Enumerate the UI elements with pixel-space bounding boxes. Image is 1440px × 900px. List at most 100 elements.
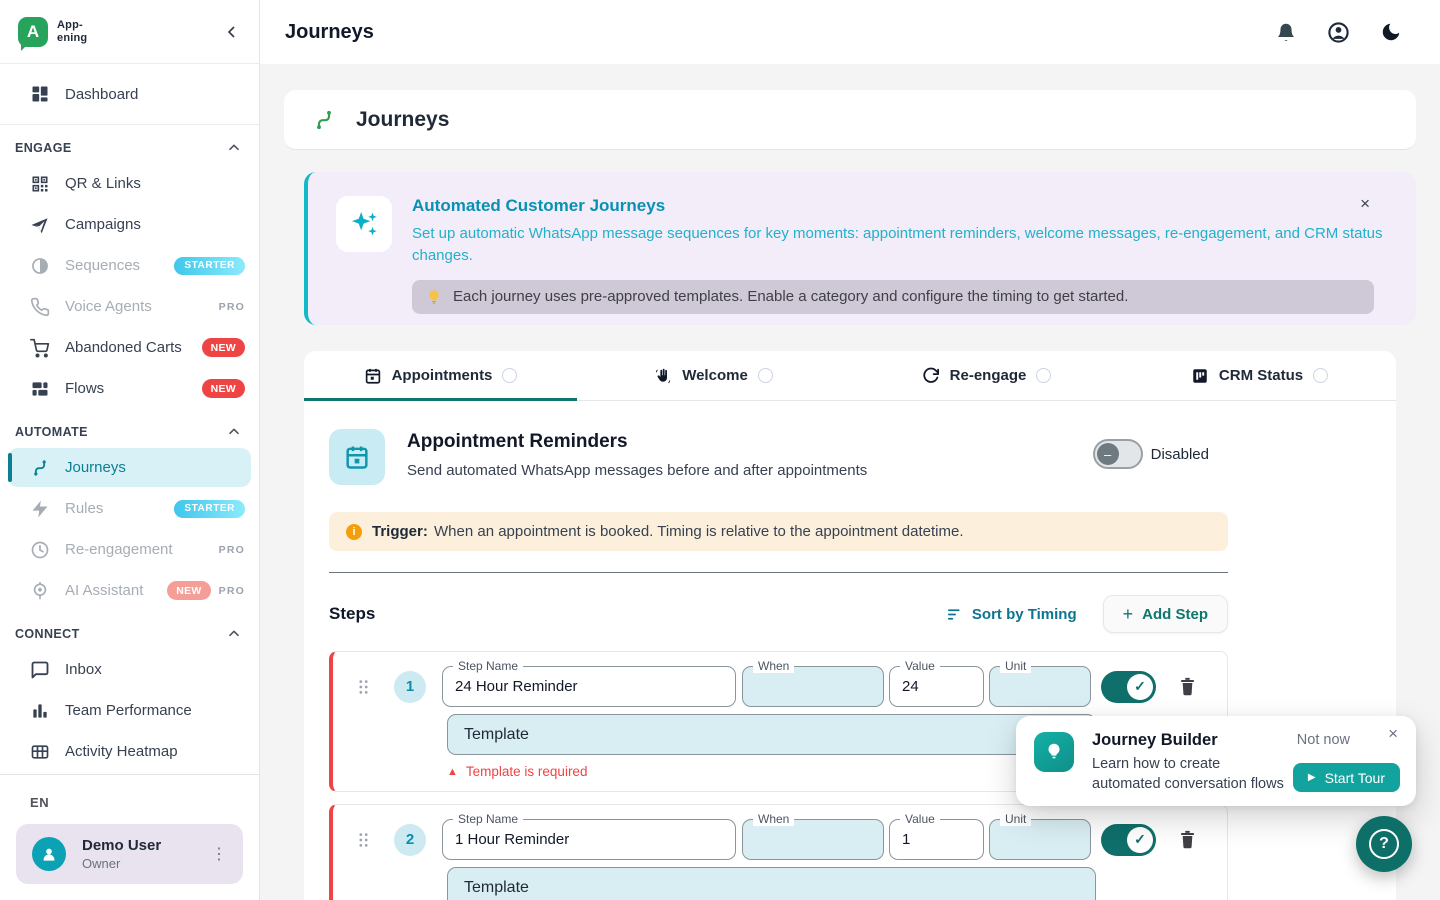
sidebar-item-inbox[interactable]: Inbox — [0, 649, 259, 690]
section-title: AUTOMATE — [15, 425, 88, 439]
step-enabled-toggle[interactable]: ✓ — [1101, 671, 1156, 703]
when-select[interactable]: When — [742, 819, 884, 860]
trash-icon[interactable] — [1177, 829, 1198, 850]
close-icon[interactable]: × — [1360, 194, 1370, 214]
banner-tip: Each journey uses pre-approved templates… — [412, 280, 1374, 314]
step-card-2: 2 Step Name When Value — [329, 804, 1228, 900]
chevron-up-icon[interactable] — [226, 424, 242, 440]
sidebar-nav: Dashboard ENGAGE QR & Links Camp — [0, 64, 259, 774]
step-name-input[interactable] — [455, 831, 723, 848]
when-select[interactable]: When — [742, 666, 884, 707]
field-label: Value — [900, 659, 940, 673]
sidebar-item-team-performance[interactable]: Team Performance — [0, 690, 259, 731]
pro-tag: PRO — [219, 544, 245, 556]
field-label: When — [753, 659, 794, 673]
sidebar-item-label: Flows — [65, 380, 104, 397]
start-tour-button[interactable]: ▶ Start Tour — [1293, 763, 1400, 792]
section-title: ENGAGE — [15, 141, 72, 155]
field-label: Value — [900, 812, 940, 826]
chevron-up-icon[interactable] — [226, 626, 242, 642]
sidebar-item-rules[interactable]: Rules STARTER — [0, 488, 259, 529]
sidebar-section-connect: CONNECT — [0, 611, 259, 649]
drag-handle-icon[interactable] — [357, 831, 370, 849]
add-step-button[interactable]: + Add Step — [1103, 595, 1228, 633]
drag-handle-icon[interactable] — [357, 678, 370, 696]
new-badge: NEW — [202, 379, 245, 398]
user-card[interactable]: Demo User Owner ⋮ — [16, 824, 243, 884]
chevron-left-icon — [223, 23, 241, 41]
sidebar-item-journeys[interactable]: Journeys — [8, 448, 251, 487]
tab-re-engage[interactable]: Re-engage — [850, 351, 1123, 400]
sidebar-item-voice-agents[interactable]: Voice Agents PRO — [0, 286, 259, 327]
sidebar-item-campaigns[interactable]: Campaigns — [0, 204, 259, 245]
sidebar-item-label: Inbox — [65, 661, 102, 678]
template-select[interactable]: Template — [447, 714, 1096, 755]
value-input[interactable] — [902, 678, 971, 695]
step-enabled-toggle[interactable]: ✓ — [1101, 824, 1156, 856]
brand-logo: A App- ening — [18, 17, 87, 47]
tab-crm-status[interactable]: CRM Status — [1123, 351, 1396, 400]
avatar — [32, 837, 66, 871]
starter-badge: STARTER — [174, 500, 245, 518]
bar-chart-icon — [30, 701, 50, 721]
step-number-badge: 1 — [394, 671, 426, 703]
not-now-button[interactable]: Not now — [1297, 732, 1350, 748]
dark-mode-moon-icon[interactable] — [1380, 21, 1402, 43]
language-selector[interactable]: EN — [16, 783, 243, 824]
sort-by-timing-button[interactable]: Sort by Timing — [946, 606, 1077, 623]
pro-tag: PRO — [219, 301, 245, 313]
starter-badge: STARTER — [174, 257, 245, 275]
unit-select[interactable]: Unit — [989, 666, 1091, 707]
user-menu-button[interactable]: ⋮ — [203, 838, 235, 870]
field-label: Step Name — [453, 812, 523, 826]
tab-label: Welcome — [682, 367, 748, 384]
sidebar-item-activity-heatmap[interactable]: Activity Heatmap — [0, 731, 259, 772]
new-badge: NEW — [167, 581, 210, 600]
field-label: Step Name — [453, 659, 523, 673]
trash-icon[interactable] — [1177, 676, 1198, 697]
help-fab-button[interactable]: ? — [1356, 816, 1412, 872]
sidebar-collapse-button[interactable] — [223, 23, 241, 41]
value-input[interactable] — [902, 831, 971, 848]
sidebar-item-sequences[interactable]: Sequences STARTER — [0, 245, 259, 286]
template-select[interactable]: Template — [447, 867, 1096, 900]
qr-code-icon — [30, 174, 50, 194]
value-field: Value — [889, 819, 984, 860]
sidebar-item-flows[interactable]: Journeys Flows NEW — [0, 368, 259, 409]
route-icon — [30, 458, 50, 478]
tab-welcome[interactable]: Welcome — [577, 351, 850, 400]
chevron-up-icon[interactable] — [226, 140, 242, 156]
sidebar-item-qr-links[interactable]: QR & Links — [0, 163, 259, 204]
tab-appointments[interactable]: Appointments — [304, 351, 577, 400]
close-icon[interactable]: × — [1388, 724, 1398, 744]
sidebar-item-ai-assistant[interactable]: AI Assistant NEW PRO — [0, 570, 259, 611]
sidebar-item-re-engagement[interactable]: Re-engagement PRO — [0, 529, 259, 570]
step-name-input[interactable] — [455, 678, 723, 695]
robot-head-icon — [30, 581, 50, 601]
appointments-tab-content: Appointment Reminders Send automated Wha… — [304, 401, 1396, 900]
category-tabs: Appointments Welcome Re- — [304, 351, 1396, 401]
user-name: Demo User — [82, 837, 161, 854]
sidebar-item-label: Abandoned Carts — [65, 339, 182, 356]
toggle-knob-check-icon: ✓ — [1127, 674, 1153, 700]
unit-select[interactable]: Unit — [989, 819, 1091, 860]
topbar-actions — [1275, 21, 1402, 44]
shopping-cart-icon — [30, 338, 50, 358]
lightbulb-icon — [1034, 732, 1074, 772]
refresh-icon — [922, 367, 940, 385]
step-number-badge: 2 — [394, 824, 426, 856]
account-icon[interactable] — [1327, 21, 1350, 44]
sidebar-item-dashboard[interactable]: Dashboard — [0, 74, 259, 114]
sidebar-item-abandoned-carts[interactable]: Abandoned Carts NEW — [0, 327, 259, 368]
topbar: Journeys — [260, 0, 1440, 64]
tab-label: Appointments — [392, 367, 493, 384]
steps-header: Steps Sort by Timing + Add Step — [329, 595, 1228, 633]
category-header: Appointment Reminders Send automated Wha… — [329, 429, 1371, 485]
category-toggle[interactable]: – — [1093, 439, 1143, 469]
banner-texts: Automated Customer Journeys Set up autom… — [412, 196, 1387, 267]
bell-icon[interactable] — [1275, 21, 1297, 43]
circle-half-icon — [30, 256, 50, 276]
toggle-knob-check-icon: ✓ — [1127, 827, 1153, 853]
user-role: Owner — [82, 856, 161, 871]
template-placeholder: Template — [464, 726, 529, 744]
